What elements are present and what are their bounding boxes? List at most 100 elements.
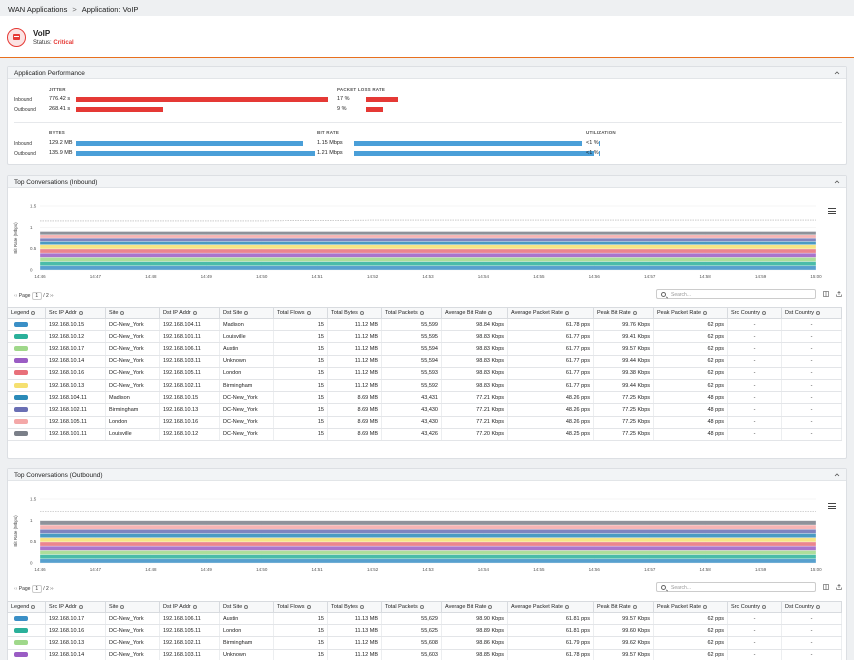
area-series-7[interactable] [39, 237, 817, 242]
column-header[interactable]: Dst Site [219, 307, 274, 319]
column-header[interactable]: Average Packet Rate [507, 307, 594, 319]
table-row[interactable]: 192.168.101.11 Louisville 192.168.10.12 DC-… [7, 428, 842, 441]
prev-page-icon[interactable]: ‹‹ [14, 293, 17, 299]
chart-menu-icon[interactable] [828, 208, 836, 214]
column-header[interactable]: Peak Packet Rate [653, 601, 728, 613]
sort-icon[interactable] [31, 310, 36, 315]
table-row[interactable]: 192.168.10.17 DC-New_York 192.168.106.11 Au… [7, 342, 842, 356]
table-row[interactable]: 192.168.10.13 DC-New_York 192.168.102.11 Bi… [7, 636, 842, 650]
breadcrumb-root[interactable]: WAN Applications [8, 5, 67, 14]
area-series-9[interactable] [39, 520, 817, 526]
sort-icon[interactable] [488, 604, 493, 609]
sort-icon[interactable] [31, 604, 36, 609]
column-header[interactable]: Peak Packet Rate [653, 307, 728, 319]
column-header[interactable]: Site [105, 601, 160, 613]
sort-icon[interactable] [244, 310, 249, 315]
area-series-7[interactable] [39, 529, 817, 534]
area-series-2[interactable] [39, 550, 817, 555]
table-row[interactable]: 192.168.10.17 DC-New_York 192.168.106.11 Au… [7, 612, 842, 626]
panel-header[interactable]: Top Conversations (Inbound) [8, 176, 846, 188]
column-header[interactable]: Dst IP Addr [159, 601, 220, 613]
area-series-5[interactable] [39, 244, 817, 250]
sort-icon[interactable] [359, 310, 364, 315]
column-header[interactable]: Legend [7, 601, 46, 613]
sort-icon[interactable] [306, 310, 311, 315]
table-row[interactable]: 192.168.10.16 DC-New_York 192.168.105.11 Lo… [7, 624, 842, 638]
sort-icon[interactable] [192, 604, 197, 609]
page-number-input[interactable]: 1 [31, 292, 42, 300]
table-row[interactable]: 192.168.10.14 DC-New_York 192.168.103.11 Un… [7, 649, 842, 660]
sort-icon[interactable] [632, 310, 637, 315]
column-header[interactable]: Peak Bit Rate [593, 307, 654, 319]
columns-icon[interactable] [823, 291, 829, 297]
sort-icon[interactable] [762, 604, 767, 609]
column-header[interactable]: Site [105, 307, 160, 319]
column-header[interactable]: Src IP Addr [45, 601, 106, 613]
panel-header[interactable]: Top Conversations (Outbound) [8, 469, 846, 481]
sort-icon[interactable] [703, 604, 708, 609]
next-page-icon[interactable]: ›› [50, 586, 53, 592]
area-series-4[interactable] [39, 541, 817, 547]
sort-icon[interactable] [703, 310, 708, 315]
column-header[interactable]: Dst IP Addr [159, 307, 220, 319]
sort-icon[interactable] [244, 604, 249, 609]
area-series-2[interactable] [39, 257, 817, 262]
table-row[interactable]: 192.168.10.14 DC-New_York 192.168.103.11 Un… [7, 355, 842, 368]
table-row[interactable]: 192.168.10.16 DC-New_York 192.168.105.11 Lo… [7, 367, 842, 380]
area-series-6[interactable] [39, 241, 817, 245]
sort-icon[interactable] [120, 604, 125, 609]
column-header[interactable]: Src IP Addr [45, 307, 106, 319]
column-header[interactable]: Dst Site [219, 601, 274, 613]
chart-menu-icon[interactable] [828, 503, 836, 509]
area-series-8[interactable] [39, 234, 817, 239]
search-input[interactable]: Search... [656, 289, 816, 299]
chevron-up-icon[interactable] [834, 179, 840, 185]
page-number-input[interactable]: 1 [31, 585, 42, 593]
chevron-up-icon[interactable] [834, 472, 840, 478]
area-series-5[interactable] [39, 537, 817, 543]
column-header[interactable]: Total Flows [273, 601, 328, 613]
export-icon[interactable] [836, 584, 842, 590]
sort-icon[interactable] [816, 310, 821, 315]
column-header[interactable]: Total Packets [381, 307, 442, 319]
column-header[interactable]: Dst Country [781, 307, 842, 319]
table-row[interactable]: 192.168.10.13 DC-New_York 192.168.102.11 Bi… [7, 379, 842, 393]
column-header[interactable]: Dst Country [781, 601, 842, 613]
area-series-6[interactable] [39, 533, 817, 538]
sort-icon[interactable] [488, 310, 493, 315]
area-series-3[interactable] [39, 545, 817, 551]
prev-page-icon[interactable]: ‹‹ [14, 586, 17, 592]
sort-icon[interactable] [632, 604, 637, 609]
column-header[interactable]: Src Country [727, 601, 782, 613]
sort-icon[interactable] [359, 604, 364, 609]
search-input[interactable]: Search... [656, 582, 816, 592]
area-series-1[interactable] [39, 554, 817, 559]
column-header[interactable]: Total Flows [273, 307, 328, 319]
sort-icon[interactable] [78, 604, 83, 609]
columns-icon[interactable] [823, 584, 829, 590]
sort-icon[interactable] [192, 310, 197, 315]
sort-icon[interactable] [564, 310, 569, 315]
column-header[interactable]: Average Packet Rate [507, 601, 594, 613]
sort-icon[interactable] [78, 310, 83, 315]
table-row[interactable]: 192.168.102.11 Birmingham 192.168.10.13 DC-… [7, 403, 842, 417]
area-series-0[interactable] [39, 558, 817, 564]
sort-icon[interactable] [419, 310, 424, 315]
column-header[interactable]: Total Packets [381, 601, 442, 613]
table-row[interactable]: 192.168.10.12 DC-New_York 192.168.101.11 Lo… [7, 330, 842, 344]
area-series-8[interactable] [39, 524, 817, 530]
sort-icon[interactable] [564, 604, 569, 609]
table-row[interactable]: 192.168.10.15 DC-New_York 192.168.104.11 Ma… [7, 318, 842, 332]
column-header[interactable]: Src Country [727, 307, 782, 319]
table-row[interactable]: 192.168.105.11 London 192.168.10.16 DC-New_… [7, 416, 842, 429]
sort-icon[interactable] [120, 310, 125, 315]
area-series-0[interactable] [39, 265, 817, 271]
column-header[interactable]: Total Bytes [327, 307, 382, 319]
table-row[interactable]: 192.168.104.11 Madison 192.168.10.15 DC-New… [7, 391, 842, 405]
column-header[interactable]: Average Bit Rate [441, 601, 508, 613]
column-header[interactable]: Peak Bit Rate [593, 601, 654, 613]
column-header[interactable]: Average Bit Rate [441, 307, 508, 319]
sort-icon[interactable] [419, 604, 424, 609]
next-page-icon[interactable]: ›› [50, 293, 53, 299]
panel-header[interactable]: Application Performance [8, 67, 846, 79]
